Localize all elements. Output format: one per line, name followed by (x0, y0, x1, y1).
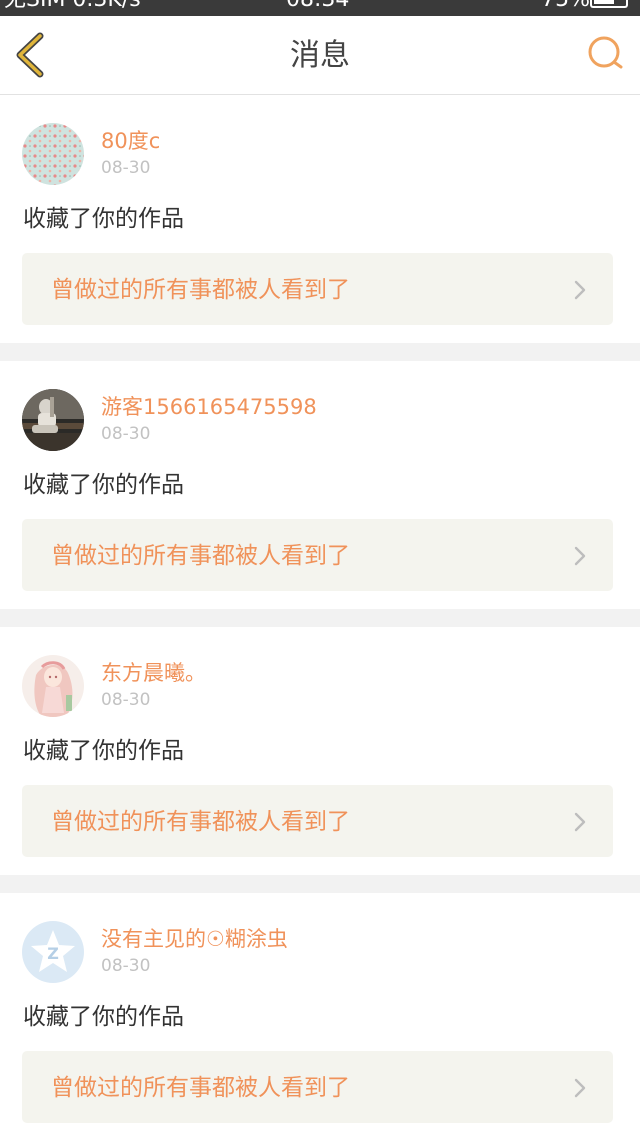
battery-level (594, 0, 614, 4)
avatar[interactable] (22, 389, 84, 451)
nav-bar: 消息 (0, 16, 640, 95)
work-link[interactable]: 曾做过的所有事都被人看到了 (22, 253, 613, 325)
timestamp: 08-30 (101, 424, 151, 444)
message-item: Z 没有主见的☉糊涂虫 08-30 收藏了你的作品 曾做过的所有事都被人看到了 (0, 893, 640, 1141)
search-button[interactable] (586, 34, 626, 74)
work-title: 曾做过的所有事都被人看到了 (51, 277, 350, 303)
chevron-right-icon (574, 812, 586, 832)
status-time: 08:34 (286, 0, 349, 11)
work-link[interactable]: 曾做过的所有事都被人看到了 (22, 785, 613, 857)
action-text: 收藏了你的作品 (23, 1004, 184, 1030)
username[interactable]: 80度c (101, 127, 160, 155)
work-link[interactable]: 曾做过的所有事都被人看到了 (22, 1051, 613, 1123)
username[interactable]: 东方晨曦。 (101, 659, 206, 687)
search-icon (588, 36, 623, 69)
avatar[interactable]: Z (22, 921, 84, 983)
avatar[interactable] (22, 123, 84, 185)
username[interactable]: 游客1566165475598 (101, 393, 317, 421)
action-text: 收藏了你的作品 (23, 472, 184, 498)
divider (0, 609, 640, 627)
chevron-left-icon (16, 32, 44, 78)
message-item: 80度c 08-30 收藏了你的作品 曾做过的所有事都被人看到了 (0, 95, 640, 343)
chevron-right-icon (574, 546, 586, 566)
anime-girl-avatar (22, 655, 84, 717)
message-item: 东方晨曦。 08-30 收藏了你的作品 曾做过的所有事都被人看到了 (0, 627, 640, 875)
status-battery-percent: 75% (541, 0, 590, 11)
chevron-right-icon (574, 1078, 586, 1098)
timestamp: 08-30 (101, 690, 151, 710)
message-list: 80度c 08-30 收藏了你的作品 曾做过的所有事都被人看到了 游客15661… (0, 95, 640, 1141)
work-title: 曾做过的所有事都被人看到了 (51, 809, 350, 835)
status-bar: 无SIM 0.3K/s 08:34 75% (0, 0, 640, 16)
status-carrier: 无SIM 0.3K/s (4, 0, 141, 11)
divider (0, 875, 640, 893)
default-star-avatar: Z (22, 921, 84, 983)
work-link[interactable]: 曾做过的所有事都被人看到了 (22, 519, 613, 591)
message-item: 游客1566165475598 08-30 收藏了你的作品 曾做过的所有事都被人… (0, 361, 640, 609)
action-text: 收藏了你的作品 (23, 738, 184, 764)
avatar[interactable] (22, 655, 84, 717)
timestamp: 08-30 (101, 158, 151, 178)
floral-pattern-avatar (22, 123, 84, 185)
timestamp: 08-30 (101, 956, 151, 976)
svg-text:Z: Z (47, 944, 59, 963)
back-button[interactable] (8, 30, 52, 80)
battery-icon (590, 0, 628, 8)
page-title: 消息 (290, 38, 350, 73)
chevron-right-icon (574, 280, 586, 300)
action-text: 收藏了你的作品 (23, 206, 184, 232)
username[interactable]: 没有主见的☉糊涂虫 (101, 925, 288, 953)
work-title: 曾做过的所有事都被人看到了 (51, 543, 350, 569)
work-title: 曾做过的所有事都被人看到了 (51, 1075, 350, 1101)
photo-person-avatar (22, 389, 84, 451)
divider (0, 343, 640, 361)
